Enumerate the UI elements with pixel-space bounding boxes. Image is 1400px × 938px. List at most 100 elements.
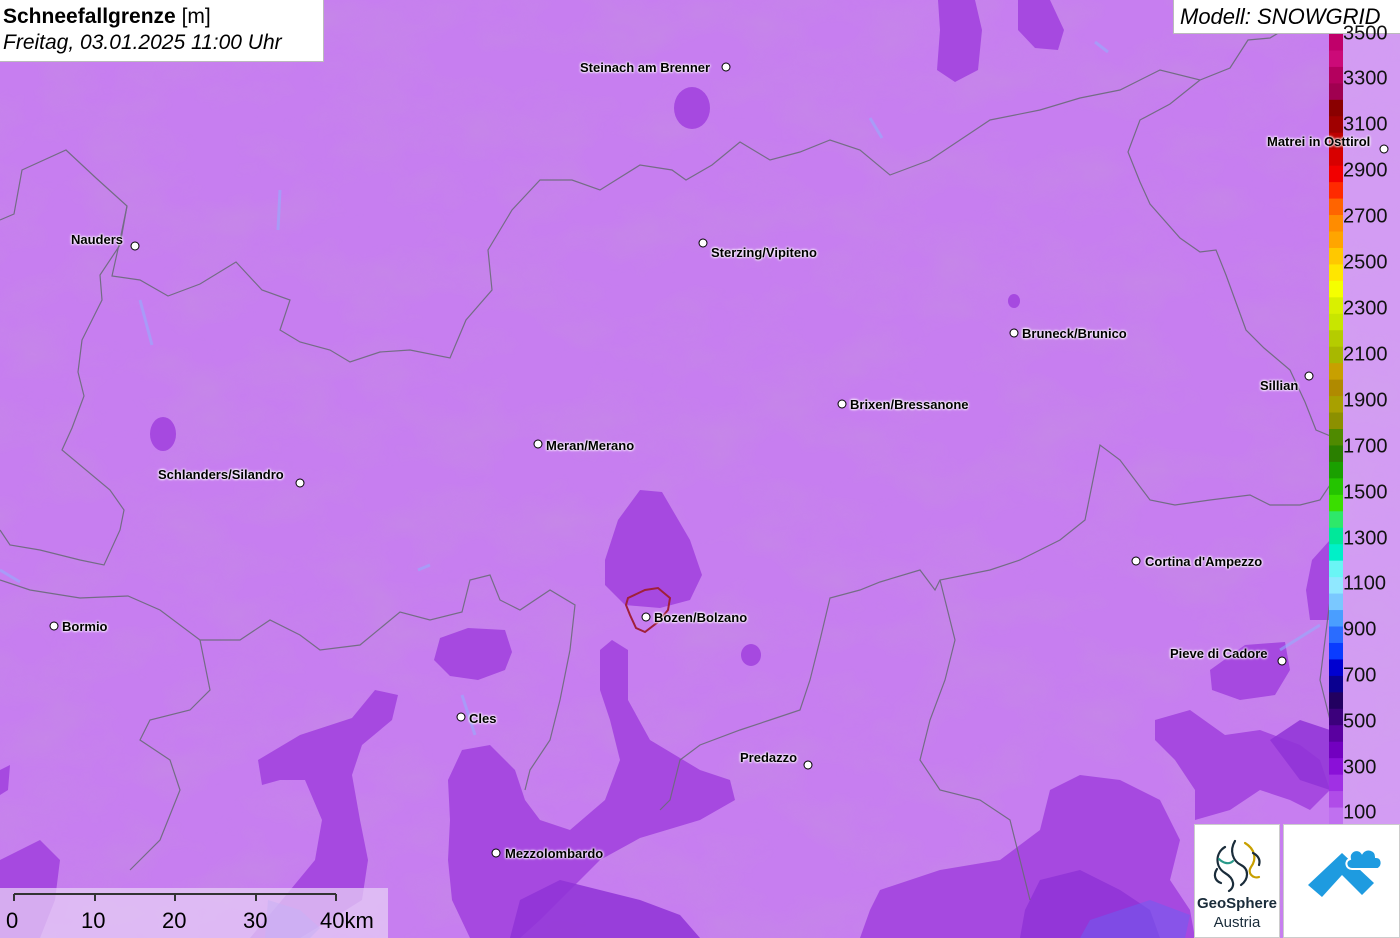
place-marker[interactable] <box>1277 656 1287 666</box>
place-marker[interactable] <box>295 478 305 488</box>
place-label: Bormio <box>62 619 108 634</box>
legend-swatch <box>1329 527 1343 545</box>
legend-swatch <box>1329 99 1343 117</box>
legend-label-2900: 2900 <box>1343 159 1388 182</box>
legend-label-900: 900 <box>1343 618 1377 641</box>
legend-swatch <box>1329 363 1343 381</box>
legend-label-2700: 2700 <box>1343 205 1388 228</box>
legend-swatch <box>1329 412 1343 430</box>
legend-swatch <box>1329 264 1343 282</box>
legend-swatch <box>1329 774 1343 792</box>
place-label: Sterzing/Vipiteno <box>711 245 817 260</box>
place-label: Steinach am Brenner <box>580 60 711 75</box>
place-label: Schlanders/Silandro <box>158 467 284 482</box>
place-marker[interactable] <box>491 848 501 858</box>
place-marker[interactable] <box>721 62 731 72</box>
legend-label-700: 700 <box>1343 664 1377 687</box>
legend-swatch <box>1329 297 1343 315</box>
legend-swatch <box>1329 593 1343 611</box>
place-label: Bruneck/Brunico <box>1022 326 1127 341</box>
place-marker[interactable] <box>1131 556 1141 566</box>
app-logo[interactable] <box>1283 824 1400 938</box>
legend-swatch <box>1329 807 1343 824</box>
place-label: Bozen/Bolzano <box>654 610 748 625</box>
place-label: Sillian <box>1260 378 1299 393</box>
place-marker[interactable] <box>533 439 543 449</box>
scale-label-30: 30 <box>243 908 268 933</box>
legend-swatch <box>1329 445 1343 463</box>
legend-label-1300: 1300 <box>1343 527 1388 550</box>
place-marker[interactable] <box>1379 144 1389 154</box>
place-marker[interactable] <box>837 399 847 409</box>
place-marker[interactable] <box>641 612 651 622</box>
legend-swatch <box>1329 461 1343 479</box>
legend-label-100: 100 <box>1343 801 1377 824</box>
title-unit: [m] <box>175 5 211 28</box>
legend-swatch <box>1329 610 1343 628</box>
legend-label-2500: 2500 <box>1343 251 1388 274</box>
place-marker[interactable] <box>698 238 708 248</box>
scale-label-10: 10 <box>81 908 106 933</box>
legend-swatch <box>1329 165 1343 183</box>
cloud-arrow-icon <box>1308 848 1383 897</box>
legend-swatch <box>1329 758 1343 776</box>
legend-swatch <box>1329 478 1343 496</box>
place-marker[interactable] <box>1304 371 1314 381</box>
geosphere-country: Austria <box>1213 914 1261 931</box>
legend-swatch <box>1329 396 1343 414</box>
legend-label-500: 500 <box>1343 710 1377 733</box>
place-label: Predazzo <box>740 750 798 765</box>
place-marker[interactable] <box>130 241 140 251</box>
legend-swatch <box>1329 330 1343 348</box>
place-label: Meran/Merano <box>546 438 635 453</box>
legend-swatch <box>1329 66 1343 84</box>
legend-swatch <box>1329 231 1343 249</box>
legend-swatch <box>1329 741 1343 759</box>
title-parameter: Schneefallgrenze <box>3 5 176 28</box>
legend-swatch <box>1329 494 1343 512</box>
place-marker[interactable] <box>49 621 59 631</box>
place-marker[interactable] <box>456 712 466 722</box>
map-title: Schneefallgrenze [m] <box>3 4 320 30</box>
legend-swatch <box>1329 182 1343 200</box>
legend-label-300: 300 <box>1343 756 1377 779</box>
map-datetime: Freitag, 03.01.2025 11:00 Uhr <box>3 31 282 54</box>
legend-label-2100: 2100 <box>1343 343 1388 366</box>
legend-label-1500: 1500 <box>1343 481 1388 504</box>
scale-label-0: 0 <box>6 908 19 933</box>
legend-swatch <box>1329 544 1343 562</box>
geosphere-name: GeoSphere <box>1196 895 1278 912</box>
legend-label-3500: 3500 <box>1343 22 1388 45</box>
legend-swatch <box>1329 116 1343 134</box>
place-marker[interactable] <box>803 760 813 770</box>
place-label: Cles <box>469 711 497 726</box>
legend-swatch <box>1329 560 1343 578</box>
place-marker[interactable] <box>1009 328 1019 338</box>
legend-swatch <box>1329 83 1343 101</box>
legend-swatch <box>1329 313 1343 331</box>
place-label: Matrei in Osttirol <box>1267 134 1371 149</box>
legend-swatch <box>1329 708 1343 726</box>
legend-swatch <box>1329 675 1343 693</box>
scale-label-40km: 40km <box>320 908 374 933</box>
place-label: Mezzolombardo <box>505 846 604 861</box>
legend-swatch <box>1329 725 1343 743</box>
legend-swatch <box>1329 34 1343 52</box>
place-label: Nauders <box>71 232 124 247</box>
legend-label-1700: 1700 <box>1343 435 1388 458</box>
legend-swatch <box>1329 791 1343 809</box>
legend-label-3300: 3300 <box>1343 67 1388 90</box>
legend-label-1900: 1900 <box>1343 389 1388 412</box>
legend-swatch <box>1329 280 1343 298</box>
legend-swatch <box>1329 626 1343 644</box>
legend-swatch <box>1329 692 1343 710</box>
legend-swatch <box>1329 642 1343 661</box>
legend-swatch <box>1329 379 1343 397</box>
geosphere-logo[interactable]: GeoSphere Austria <box>1194 824 1280 938</box>
scale-label-20: 20 <box>162 908 187 933</box>
legend-swatch <box>1329 247 1343 266</box>
legend-swatch <box>1329 346 1343 364</box>
legend-swatch <box>1329 215 1343 233</box>
legend-swatch <box>1329 429 1343 447</box>
legend-swatch <box>1329 149 1343 167</box>
